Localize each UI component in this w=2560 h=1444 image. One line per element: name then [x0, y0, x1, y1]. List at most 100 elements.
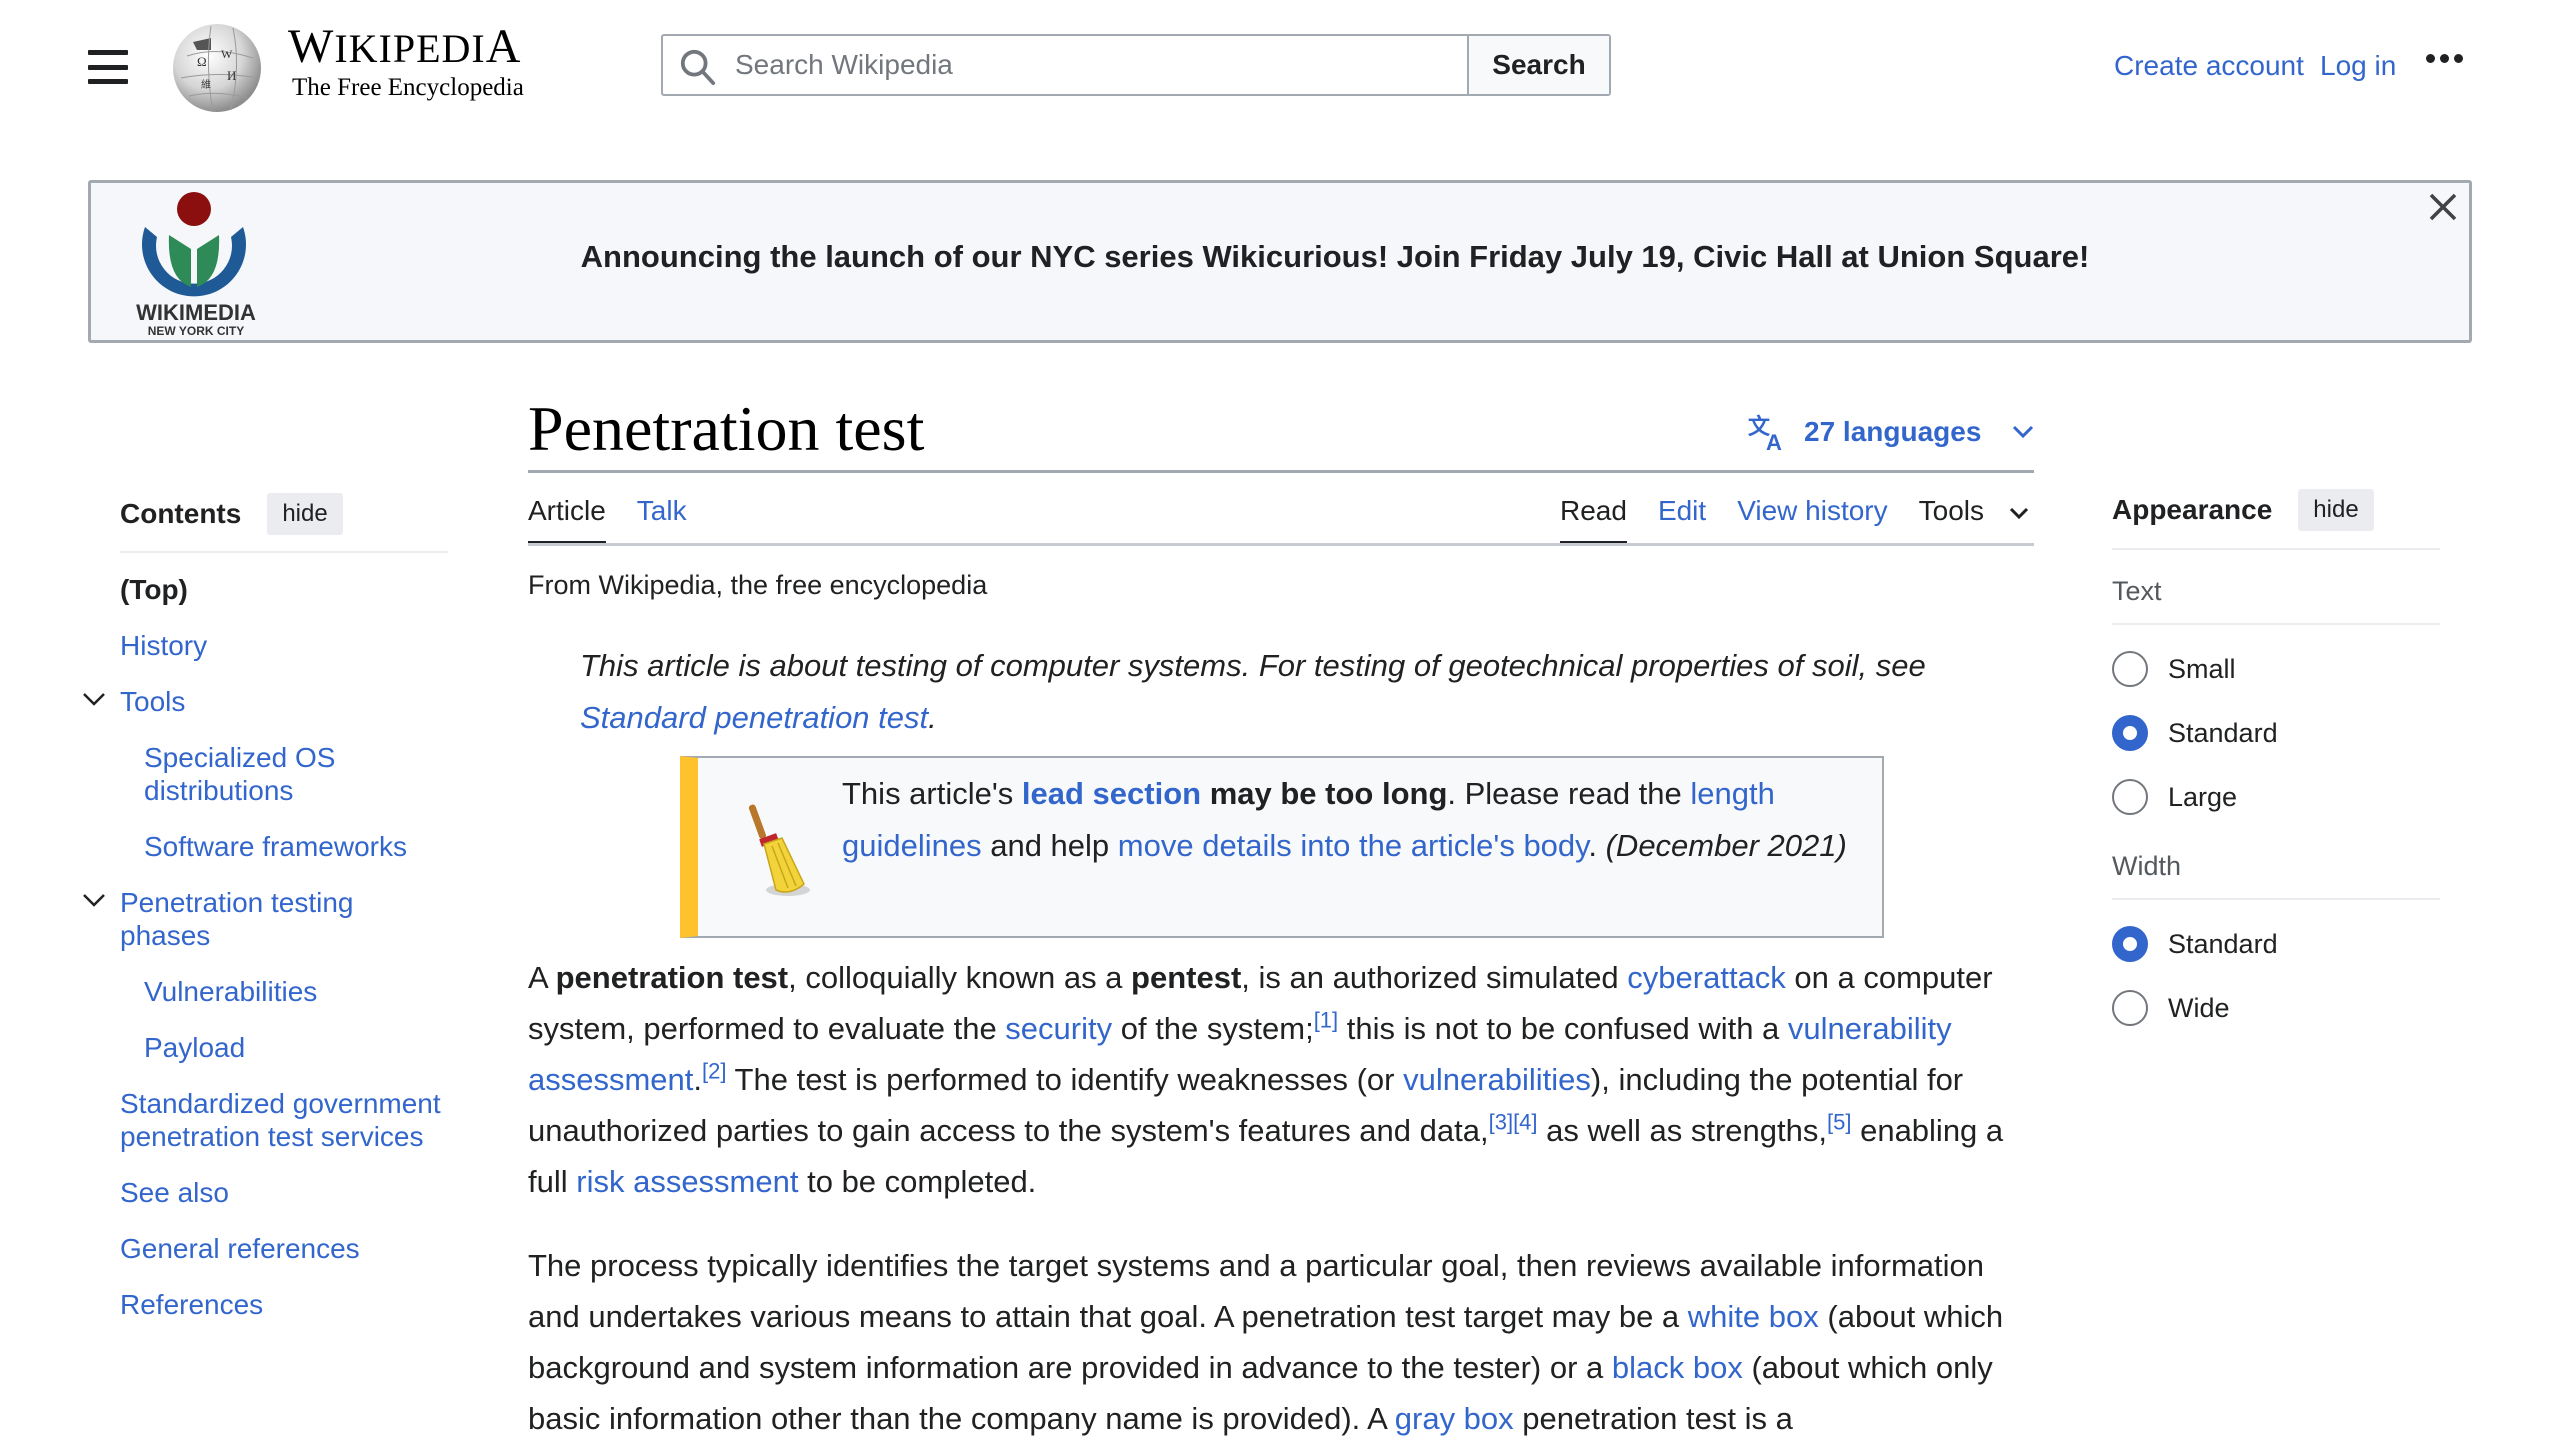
toc-item-references[interactable]: References — [120, 1288, 448, 1321]
toc-hide-button[interactable]: hide — [267, 493, 343, 535]
chevron-down-icon — [2013, 425, 2034, 439]
hamburger-menu-icon — [88, 50, 128, 55]
reference-link[interactable]: [5] — [1827, 1110, 1851, 1135]
vulnerabilities-link[interactable]: vulnerabilities — [1403, 1062, 1591, 1097]
toc-item-label: Tools — [120, 686, 186, 717]
svg-text:W: W — [221, 47, 233, 61]
text: as well as strengths, — [1537, 1113, 1827, 1148]
radio-button-checked[interactable] — [2112, 926, 2148, 962]
hatnote-end: . — [928, 700, 937, 735]
chevron-down-icon[interactable] — [82, 691, 106, 707]
log-in-link[interactable]: Log in — [2320, 50, 2396, 82]
namespace-tabs: Article Talk — [528, 495, 718, 546]
cyberattack-link[interactable]: cyberattack — [1627, 960, 1786, 995]
option-label: Wide — [2168, 992, 2230, 1023]
create-account-link[interactable]: Create account — [2114, 50, 2304, 82]
toc-item-history[interactable]: History — [120, 629, 448, 662]
hatnote-text: This article is about testing of compute… — [580, 648, 1926, 683]
language-selector-button[interactable]: 文 A 27 languages — [1748, 412, 2035, 452]
svg-text:Ω: Ω — [197, 54, 207, 69]
wikipedia-wordmark[interactable]: WIKIPEDIA The Free Encyclopedia — [288, 22, 524, 102]
toc-item-tools[interactable]: Tools — [83, 685, 448, 718]
toc-item-see-also[interactable]: See also — [120, 1176, 448, 1209]
text: , colloquially known as a — [788, 960, 1132, 995]
notice-bold-text: may be too long — [1201, 776, 1448, 811]
tab-talk[interactable]: Talk — [637, 495, 687, 544]
search-button[interactable]: Search — [1467, 36, 1609, 94]
chevron-down-icon[interactable] — [82, 892, 106, 908]
width-wide-option[interactable]: Wide — [2112, 988, 2440, 1028]
width-label: Width — [2112, 851, 2182, 881]
divider — [120, 551, 448, 553]
maintenance-notice: This article's lead section may be too l… — [680, 756, 1884, 938]
hatnote-link[interactable]: Standard penetration test — [580, 700, 928, 735]
option-label: Standard — [2168, 928, 2278, 959]
reference-link[interactable]: [3] — [1489, 1110, 1513, 1135]
text-size-large-option[interactable]: Large — [2112, 777, 2440, 817]
lead-paragraph-1: A penetration test, colloquially known a… — [528, 952, 2038, 1207]
toc-item-top[interactable]: (Top) — [120, 573, 448, 606]
toc-item-specialized-os[interactable]: Specialized OS distributions — [120, 741, 448, 807]
radio-button-checked[interactable] — [2112, 715, 2148, 751]
text: The test is performed to identify weakne… — [726, 1062, 1404, 1097]
toc-item-vulnerabilities[interactable]: Vulnerabilities — [120, 975, 448, 1008]
option-label: Large — [2168, 781, 2238, 812]
banner-message: Announcing the launch of our NYC series … — [580, 239, 2090, 274]
gray-box-link[interactable]: gray box — [1395, 1401, 1514, 1436]
main-menu-button[interactable] — [88, 50, 128, 84]
table-of-contents: Contents hide (Top) History Tools Specia… — [83, 490, 448, 1344]
view-tabs: Read Edit View history Tools — [1560, 495, 2030, 546]
search-input[interactable] — [663, 35, 1467, 95]
risk-assessment-link[interactable]: risk assessment — [576, 1164, 798, 1199]
reference-link[interactable]: [2] — [702, 1059, 726, 1084]
notice-text-part: This article's — [842, 776, 1022, 811]
close-icon[interactable] — [2425, 189, 2461, 225]
svg-text:維: 維 — [201, 78, 211, 91]
radio-button[interactable] — [2112, 779, 2148, 815]
black-box-link[interactable]: black box — [1612, 1350, 1743, 1385]
appearance-hide-button[interactable]: hide — [2298, 489, 2374, 531]
toc-item-software-frameworks[interactable]: Software frameworks — [120, 830, 448, 863]
toc-item-government-services[interactable]: Standardized government penetration test… — [120, 1087, 448, 1153]
bold-term: pentest — [1131, 960, 1242, 995]
svg-text:И: И — [227, 68, 236, 83]
site-notice-banner: WIKIMEDIA NEW YORK CITY Announcing the l… — [88, 180, 2472, 343]
ellipsis-dot — [2440, 54, 2449, 63]
white-box-link[interactable]: white box — [1688, 1299, 1819, 1334]
hamburger-bar — [88, 79, 128, 84]
translate-icon: 文 A — [1748, 414, 1782, 452]
radio-button[interactable] — [2112, 990, 2148, 1026]
text-size-small-option[interactable]: Small — [2112, 649, 2440, 689]
text: , is an authorized simulated — [1241, 960, 1628, 995]
text: this is not to be confused with a — [1338, 1011, 1788, 1046]
hatnote: This article is about testing of compute… — [580, 640, 2010, 744]
title-divider — [528, 470, 2034, 473]
tab-view-history[interactable]: View history — [1737, 495, 1887, 544]
reference-link[interactable]: [1] — [1314, 1008, 1338, 1033]
toc-item-phases[interactable]: Penetration testing phases — [83, 886, 448, 952]
toc-item-general-references[interactable]: General references — [120, 1232, 448, 1265]
tab-read[interactable]: Read — [1560, 495, 1627, 546]
wikipedia-globe-logo[interactable]: Ω W И 維 — [166, 16, 268, 116]
bold-term: penetration test — [555, 960, 789, 995]
languages-label: 27 languages — [1804, 416, 1982, 447]
wordmark-tagline: The Free Encyclopedia — [292, 74, 524, 101]
width-standard-option[interactable]: Standard — [2112, 924, 2440, 964]
search-form: Search — [661, 34, 1611, 96]
security-link[interactable]: security — [1005, 1011, 1112, 1046]
text-size-standard-option[interactable]: Standard — [2112, 713, 2440, 753]
tools-label: Tools — [1918, 495, 1984, 526]
tab-edit[interactable]: Edit — [1658, 495, 1706, 544]
toc-item-payload[interactable]: Payload — [120, 1031, 448, 1064]
lead-paragraph-2: The process typically identifies the tar… — [528, 1240, 2038, 1444]
tab-tools[interactable]: Tools — [1919, 495, 2030, 544]
svg-text:A: A — [1766, 430, 1782, 452]
site-tagline: From Wikipedia, the free encyclopedia — [528, 570, 988, 600]
user-menu-button[interactable] — [2426, 54, 2463, 63]
appearance-title: Appearance — [2112, 494, 2273, 525]
tab-article[interactable]: Article — [528, 495, 606, 546]
radio-button[interactable] — [2112, 651, 2148, 687]
reference-link[interactable]: [4] — [1513, 1110, 1537, 1135]
move-details-link[interactable]: move details into the article's body — [1118, 828, 1589, 863]
lead-section-link[interactable]: lead section — [1022, 776, 1201, 811]
